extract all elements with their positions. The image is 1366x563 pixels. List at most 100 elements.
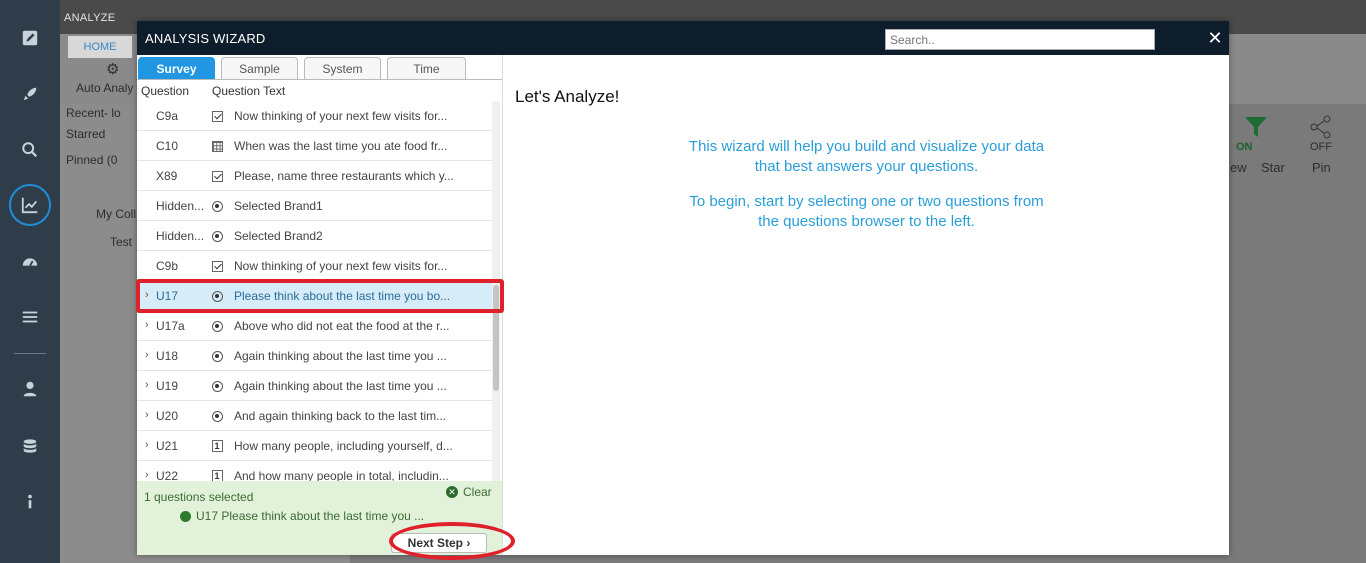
pinned-item[interactable]: Pinned (0 [66, 153, 117, 167]
question-row[interactable]: C9a Now thinking of your next few visits … [137, 101, 493, 131]
question-row[interactable]: › U21 1 How many people, including yourself… [137, 431, 493, 461]
database-icon[interactable] [0, 427, 60, 467]
tab-system[interactable]: System [304, 57, 381, 79]
category-tabs: Survey Sample System Time [137, 55, 502, 81]
question-text: Above who did not eat the food at the r.… [234, 319, 450, 333]
search-icon[interactable] [0, 130, 60, 170]
expand-chevron-icon[interactable]: › [145, 319, 149, 331]
dialog-header: ANALYSIS WIZARD ✕ [137, 21, 1229, 55]
question-text: Selected Brand1 [234, 199, 323, 213]
selected-dot-icon [180, 510, 191, 522]
clear-label: Clear [463, 485, 492, 499]
checkbox-type-icon [211, 260, 223, 272]
intro-message-2-line-1: To begin, start by selecting one or two … [689, 193, 1044, 210]
tab-home[interactable]: HOME [68, 36, 132, 58]
question-id: Hidden... [156, 199, 205, 213]
question-row[interactable]: C10 When was the last time you ate food f… [137, 131, 493, 161]
expand-chevron-icon[interactable]: › [145, 379, 149, 391]
expand-chevron-icon[interactable]: › [145, 409, 149, 421]
edit-icon[interactable] [0, 18, 60, 58]
intro-message-1: This wizard will help you build and visu… [503, 137, 1230, 177]
question-id: X89 [156, 169, 178, 183]
column-header-question[interactable]: Question [141, 84, 189, 98]
list-icon[interactable] [0, 297, 60, 337]
expand-chevron-icon[interactable]: › [145, 439, 149, 451]
intro-message-2-line-2: the questions browser to the left. [758, 213, 975, 230]
divider [14, 353, 46, 354]
intro-message-1-line-2: that best answers your questions. [754, 158, 979, 175]
tab-sample[interactable]: Sample [221, 57, 298, 79]
question-row[interactable]: Hidden... Selected Brand1 [137, 191, 493, 221]
selected-question-label: U17 Please think about the last time you… [196, 509, 425, 523]
info-icon[interactable] [0, 482, 60, 522]
question-id: Hidden... [156, 229, 205, 243]
search-input[interactable] [885, 29, 1155, 50]
recent-item[interactable]: Recent- lo [66, 106, 121, 120]
question-id: U19 [156, 379, 179, 393]
question-row[interactable]: › U20 And again thinking back to the last … [137, 401, 493, 431]
dialog-title: ANALYSIS WIZARD [145, 31, 266, 46]
rocket-icon[interactable] [0, 74, 60, 114]
starred-item[interactable]: Starred [66, 127, 105, 141]
question-text: Now thinking of your next few visits for… [234, 109, 448, 123]
question-row[interactable]: X89 Please, name three restaurants which … [137, 161, 493, 191]
clear-button[interactable]: ✕ Clear [446, 485, 492, 499]
column-header-question-text[interactable]: Question Text [212, 84, 285, 98]
grid-type-icon [211, 140, 223, 152]
star-label[interactable]: Star [1261, 160, 1285, 175]
view-label[interactable]: ew [1230, 160, 1247, 175]
wizard-intro-panel: Let's Analyze! This wizard will help you… [502, 55, 1229, 555]
question-row[interactable]: › U18 Again thinking about the last time y… [137, 341, 493, 371]
radio-type-icon [211, 230, 223, 242]
auto-analyze-label[interactable]: Auto Analy [76, 81, 133, 95]
number-type-icon: 1 [211, 440, 223, 452]
filter-icon[interactable] [1244, 116, 1268, 138]
question-text: Now thinking of your next few visits for… [234, 259, 448, 273]
question-id: C10 [156, 139, 179, 153]
question-row[interactable]: › U19 Again thinking about the last time y… [137, 371, 493, 401]
tab-underline [137, 79, 502, 80]
highlight-selected-row [136, 279, 504, 313]
nav-rail [0, 0, 60, 563]
question-id: U20 [156, 409, 179, 423]
tab-time[interactable]: Time [387, 57, 466, 79]
collection-item[interactable]: My Coll [96, 207, 136, 221]
question-text: Again thinking about the last time you .… [234, 379, 447, 393]
test-item[interactable]: Test [110, 235, 132, 249]
highlight-next-step [389, 522, 515, 560]
question-text: And how many people in total, includin..… [234, 469, 449, 481]
question-id: U17a [156, 319, 185, 333]
gear-icon[interactable]: ⚙ [106, 60, 119, 78]
radio-type-icon [211, 380, 223, 392]
intro-message-2: To begin, start by selecting one or two … [503, 192, 1230, 232]
expand-chevron-icon[interactable]: › [145, 469, 149, 481]
question-text: Selected Brand2 [234, 229, 323, 243]
question-text: Again thinking about the last time you .… [234, 349, 447, 363]
tab-survey[interactable]: Survey [138, 57, 215, 79]
question-text: When was the last time you ate food fr..… [234, 139, 448, 153]
question-row[interactable]: › U17a Above who did not eat the food at t… [137, 311, 493, 341]
user-icon[interactable] [0, 369, 60, 409]
clear-icon: ✕ [446, 486, 458, 498]
question-id: U21 [156, 439, 179, 453]
question-id: U18 [156, 349, 179, 363]
dashboard-icon[interactable] [0, 242, 60, 282]
question-row[interactable]: › U22 1 And how many people in total, inclu… [137, 461, 493, 481]
question-id: C9a [156, 109, 179, 123]
share-icon[interactable] [1309, 115, 1333, 139]
question-text: How many people, including yourself, d..… [234, 439, 453, 453]
checkbox-type-icon [211, 170, 223, 182]
expand-chevron-icon[interactable]: › [145, 349, 149, 361]
analyze-chart-icon[interactable] [0, 185, 60, 225]
close-icon[interactable]: ✕ [1205, 28, 1225, 48]
radio-type-icon [211, 410, 223, 422]
question-row[interactable]: C9b Now thinking of your next few visits … [137, 251, 493, 281]
radio-type-icon [211, 350, 223, 362]
question-text: And again thinking back to the last tim.… [234, 409, 447, 423]
question-id: C9b [156, 259, 179, 273]
intro-message-1-line-1: This wizard will help you build and visu… [688, 138, 1045, 155]
pin-label[interactable]: Pin [1312, 160, 1331, 175]
question-row[interactable]: Hidden... Selected Brand2 [137, 221, 493, 251]
radio-type-icon [211, 320, 223, 332]
selected-question-chip[interactable]: U17 Please think about the last time you… [180, 509, 424, 523]
